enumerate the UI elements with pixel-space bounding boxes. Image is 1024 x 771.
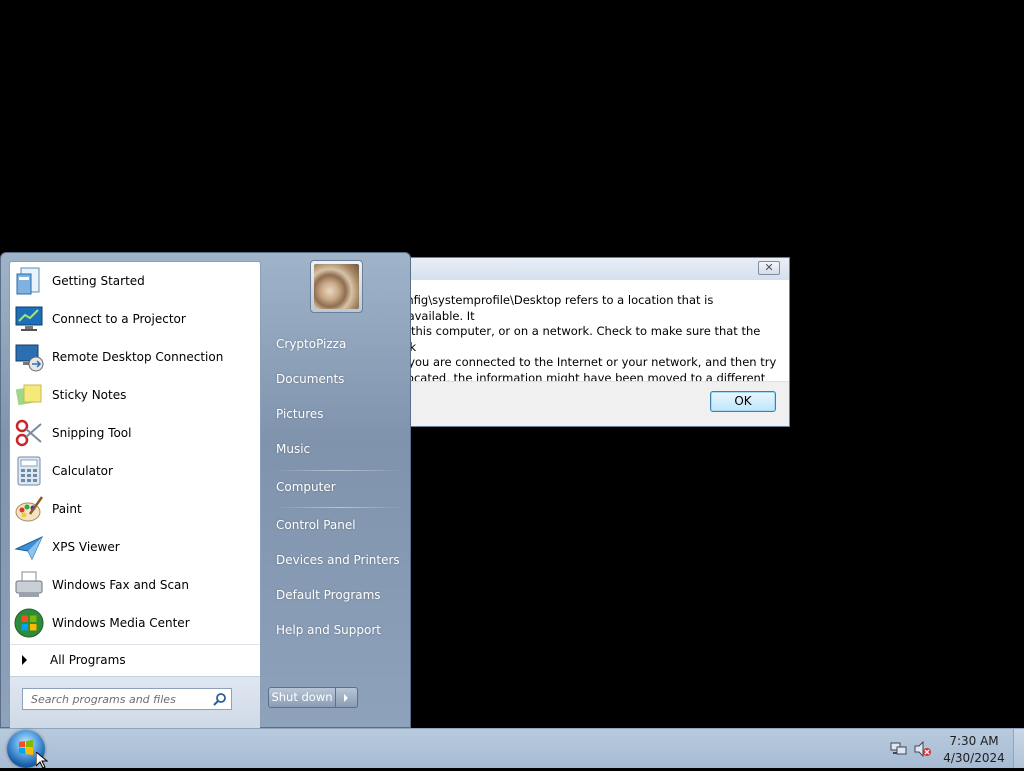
search-input[interactable] bbox=[31, 691, 211, 707]
program-item-xps-viewer[interactable]: XPS Viewer bbox=[10, 528, 260, 566]
shutdown-control: Shut down bbox=[268, 687, 358, 708]
kitten-photo bbox=[314, 264, 359, 309]
all-programs-label: All Programs bbox=[50, 653, 126, 667]
dialog-button-area: OK bbox=[381, 381, 789, 426]
arrow-right-icon bbox=[344, 694, 348, 702]
program-label: Windows Fax and Scan bbox=[52, 578, 190, 592]
program-label: Getting Started bbox=[52, 274, 145, 288]
program-label: Paint bbox=[52, 502, 82, 516]
fax-scan-icon bbox=[14, 570, 44, 600]
search-area bbox=[10, 676, 260, 728]
calculator-icon bbox=[14, 456, 44, 486]
error-dialog: ✕ config\systemprofile\Desktop refers to… bbox=[380, 257, 790, 427]
start-menu-places-pane: CryptoPizza Documents Pictures Music Com… bbox=[261, 253, 411, 729]
program-list: Getting Started Connect to a Projector R… bbox=[10, 262, 260, 642]
documents-link[interactable]: Documents bbox=[276, 372, 344, 386]
show-desktop-button[interactable] bbox=[1013, 729, 1024, 768]
program-item-sticky-notes[interactable]: Sticky Notes bbox=[10, 376, 260, 414]
search-icon[interactable] bbox=[213, 692, 227, 706]
dialog-titlebar[interactable]: ✕ bbox=[381, 258, 789, 280]
dialog-close-button[interactable]: ✕ bbox=[758, 261, 780, 275]
media-center-icon bbox=[14, 608, 44, 638]
program-label: Snipping Tool bbox=[52, 426, 132, 440]
divider bbox=[273, 470, 403, 471]
program-item-paint[interactable]: Paint bbox=[10, 490, 260, 528]
program-label: XPS Viewer bbox=[52, 540, 120, 554]
mouse-cursor-icon bbox=[36, 752, 48, 768]
program-item-snipping-tool[interactable]: Snipping Tool bbox=[10, 414, 260, 452]
divider bbox=[273, 507, 403, 508]
program-label: Sticky Notes bbox=[52, 388, 127, 402]
ok-button[interactable]: OK bbox=[710, 391, 776, 412]
volume-muted-icon[interactable] bbox=[914, 741, 932, 757]
xps-viewer-icon bbox=[14, 532, 44, 562]
computer-link[interactable]: Computer bbox=[276, 480, 336, 494]
music-link[interactable]: Music bbox=[276, 442, 310, 456]
program-label: Windows Media Center bbox=[52, 616, 190, 630]
search-box[interactable] bbox=[22, 688, 232, 710]
shutdown-options-button[interactable] bbox=[336, 687, 358, 708]
getting-started-icon bbox=[14, 266, 44, 296]
program-label: Remote Desktop Connection bbox=[52, 350, 224, 364]
snipping-tool-icon bbox=[14, 418, 44, 448]
paint-icon bbox=[14, 494, 44, 524]
control-panel-link[interactable]: Control Panel bbox=[276, 518, 356, 532]
program-item-getting-started[interactable]: Getting Started bbox=[10, 262, 260, 300]
dialog-message: config\systemprofile\Desktop refers to a… bbox=[393, 293, 777, 385]
sticky-notes-icon bbox=[14, 380, 44, 410]
program-item-media-center[interactable]: Windows Media Center bbox=[10, 604, 260, 642]
taskbar: 7:30 AM 4/30/2024 bbox=[0, 728, 1024, 768]
network-icon[interactable] bbox=[890, 741, 908, 757]
pictures-link[interactable]: Pictures bbox=[276, 407, 324, 421]
help-support-link[interactable]: Help and Support bbox=[276, 623, 381, 637]
all-programs-button[interactable]: All Programs bbox=[10, 644, 260, 677]
program-item-remote-desktop[interactable]: Remote Desktop Connection bbox=[10, 338, 260, 376]
arrow-right-icon bbox=[22, 655, 27, 665]
user-avatar[interactable] bbox=[310, 260, 363, 313]
start-menu-programs-pane: Getting Started Connect to a Projector R… bbox=[9, 261, 261, 728]
clock-time[interactable]: 7:30 AM bbox=[946, 734, 1002, 748]
program-label: Calculator bbox=[52, 464, 113, 478]
projector-icon bbox=[14, 304, 44, 334]
devices-printers-link[interactable]: Devices and Printers bbox=[276, 553, 400, 567]
start-menu: Getting Started Connect to a Projector R… bbox=[0, 252, 411, 728]
user-folder-link[interactable]: CryptoPizza bbox=[276, 337, 346, 351]
default-programs-link[interactable]: Default Programs bbox=[276, 588, 381, 602]
program-item-connect-projector[interactable]: Connect to a Projector bbox=[10, 300, 260, 338]
program-label: Connect to a Projector bbox=[52, 312, 186, 326]
remote-desktop-icon bbox=[14, 342, 44, 372]
program-item-fax-scan[interactable]: Windows Fax and Scan bbox=[10, 566, 260, 604]
shutdown-button[interactable]: Shut down bbox=[268, 687, 336, 708]
program-item-calculator[interactable]: Calculator bbox=[10, 452, 260, 490]
clock-date[interactable]: 4/30/2024 bbox=[942, 751, 1006, 765]
